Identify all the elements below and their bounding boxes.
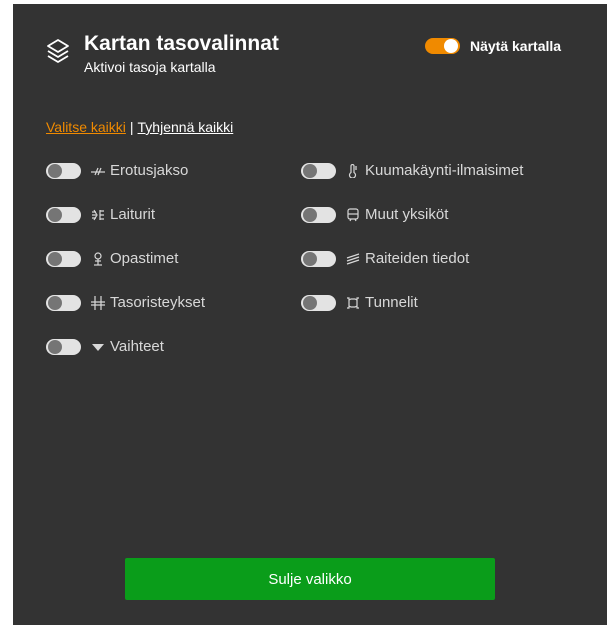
layer-kuumakaynti-ilmaisimet[interactable]: Kuumakäynti-ilmaisimet — [301, 162, 523, 179]
show-map-label: Näytä kartalla — [470, 38, 562, 54]
page-subtitle: Aktivoi tasoja kartalla — [84, 59, 216, 75]
layer-label: Erotusjakso — [110, 162, 189, 179]
show-map-toggle[interactable]: Näytä kartalla — [425, 38, 561, 54]
switch-knob — [303, 251, 317, 266]
select-all-link[interactable]: Valitse kaikki — [46, 119, 126, 135]
layer-label: Muut yksiköt — [365, 206, 449, 223]
layer-laiturit[interactable]: Laiturit — [46, 206, 155, 223]
switch-knob — [303, 163, 317, 178]
switch-knob — [48, 207, 62, 222]
layer-label: Tunnelit — [365, 294, 418, 311]
layers-icon — [47, 39, 69, 63]
layer-label: Opastimet — [110, 250, 179, 267]
layer-switch[interactable] — [46, 250, 81, 267]
switch-triangle-icon — [91, 340, 105, 354]
switch-knob — [48, 339, 62, 354]
section-break-icon — [91, 164, 105, 178]
separator: | — [129, 119, 134, 135]
switch-knob — [303, 295, 317, 310]
layer-raiteiden-tiedot[interactable]: Raiteiden tiedot — [301, 250, 469, 267]
switch-knob — [444, 39, 458, 53]
layer-erotusjakso[interactable]: Erotusjakso — [46, 162, 188, 179]
layer-switch[interactable] — [301, 162, 336, 179]
layer-switch[interactable] — [301, 294, 336, 311]
switch-knob — [303, 207, 317, 222]
layer-switch[interactable] — [46, 338, 81, 355]
layer-menu-panel: Kartan tasovalinnat Aktivoi tasoja karta… — [13, 4, 607, 625]
layer-label: Laiturit — [110, 206, 156, 223]
layer-label: Vaihteet — [110, 338, 164, 355]
layer-label: Tasoristeykset — [110, 294, 206, 311]
layer-vaihteet[interactable]: Vaihteet — [46, 338, 164, 355]
switch-knob — [48, 295, 62, 310]
layer-switch[interactable] — [46, 162, 81, 179]
bulk-actions: Valitse kaikki | Tyhjennä kaikki — [46, 119, 233, 135]
page-title: Kartan tasovalinnat — [84, 32, 279, 55]
thermometer-icon — [346, 163, 360, 178]
show-map-switch[interactable] — [425, 38, 460, 54]
layer-tasoristeykset[interactable]: Tasoristeykset — [46, 294, 205, 311]
layer-label: Kuumakäynti-ilmaisimet — [365, 162, 524, 179]
tunnel-icon — [346, 296, 360, 310]
platform-icon — [91, 208, 105, 222]
switch-knob — [48, 163, 62, 178]
layer-switch[interactable] — [46, 294, 81, 311]
layer-switch[interactable] — [301, 250, 336, 267]
layer-switch[interactable] — [301, 206, 336, 223]
track-info-icon — [346, 252, 360, 266]
train-unit-icon — [346, 207, 360, 222]
layer-tunnelit[interactable]: Tunnelit — [301, 294, 418, 311]
signal-icon — [91, 251, 105, 266]
switch-knob — [48, 251, 62, 266]
level-crossing-icon — [91, 295, 105, 310]
layer-muut-yksikot[interactable]: Muut yksiköt — [301, 206, 448, 223]
layer-opastimet[interactable]: Opastimet — [46, 250, 178, 267]
layer-switch[interactable] — [46, 206, 81, 223]
layer-label: Raiteiden tiedot — [365, 250, 470, 267]
close-menu-button[interactable]: Sulje valikko — [125, 558, 495, 600]
clear-all-link[interactable]: Tyhjennä kaikki — [138, 119, 234, 135]
